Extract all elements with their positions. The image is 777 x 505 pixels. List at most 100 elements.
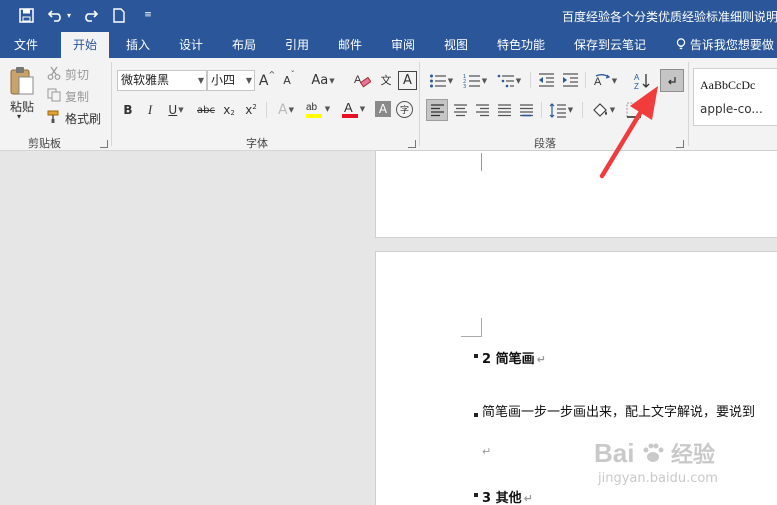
bullets-button[interactable]: ▼ [426, 70, 456, 91]
empty-paragraph[interactable]: ↵ [482, 444, 491, 459]
tab-insert[interactable]: 插入 [126, 32, 150, 58]
enclose-characters-button[interactable]: 字 [396, 101, 413, 118]
format-painter-icon[interactable] [46, 109, 62, 125]
cut-button[interactable]: 剪切 [65, 66, 89, 83]
paragraph-mark-icon [668, 76, 676, 84]
chevron-down-icon: ▼ [567, 106, 574, 114]
grow-font-button[interactable]: A ^ [258, 70, 276, 91]
chevron-down-icon: ▼ [197, 76, 204, 85]
divider [530, 72, 531, 88]
line-spacing-icon [549, 102, 566, 118]
tab-save-to-cloud-notes[interactable]: 保存到云笔记 [574, 32, 646, 58]
character-shading-button[interactable]: A [375, 101, 391, 117]
divider [266, 102, 267, 118]
multilevel-list-button[interactable]: ▼ [494, 70, 524, 91]
save-icon[interactable] [16, 5, 36, 25]
change-case-button[interactable]: Aa ▼ [308, 70, 338, 91]
align-left-icon[interactable] [426, 99, 448, 121]
format-painter-button[interactable]: 格式刷 [65, 110, 101, 127]
lightbulb-icon [676, 38, 690, 52]
font-color-button[interactable]: A ▼ [338, 98, 368, 120]
document-title: 百度经验各个分类优质经验标准细则说明 [562, 10, 777, 24]
scissors-icon[interactable] [46, 65, 62, 81]
svg-text:3: 3 [463, 84, 466, 89]
multilevel-list-icon [497, 74, 514, 87]
increase-indent-icon[interactable] [560, 70, 580, 91]
list-bullet [474, 413, 478, 417]
heading-2-paragraph[interactable]: 2 简笔画 ↵ [482, 348, 546, 367]
justify-icon[interactable] [494, 99, 514, 121]
copy-icon[interactable] [46, 87, 62, 103]
group-divider [688, 62, 689, 146]
strikethrough-button[interactable]: abc [195, 100, 217, 120]
tab-references[interactable]: 引用 [285, 32, 309, 58]
body-paragraph[interactable]: 简笔画一步一步画出来，配上文字解说，要说到 [482, 401, 755, 420]
highlight-button[interactable]: ab ▼ [302, 98, 332, 120]
annotation-arrow-icon [599, 86, 658, 179]
paste-button[interactable]: 粘贴 [10, 98, 34, 115]
phonetic-guide-button[interactable]: 文 [376, 70, 396, 91]
eraser-icon: A [354, 74, 371, 87]
paragraph-launcher-icon[interactable] [676, 140, 684, 148]
clipboard-launcher-icon[interactable] [100, 140, 108, 148]
watermark-brand-suffix: 经验 [670, 442, 715, 467]
divider [541, 102, 542, 118]
numbering-button[interactable]: 123 ▼ [460, 70, 490, 91]
tab-design[interactable]: 设计 [179, 32, 203, 58]
customize-dropdown-icon[interactable]: ≡ [138, 5, 158, 25]
copy-button[interactable]: 复制 [65, 88, 89, 105]
clipboard-group-label: 剪贴板 [28, 137, 61, 150]
tell-me-text: 告诉我您想要做 [689, 38, 774, 52]
character-border-button[interactable]: A [398, 71, 417, 90]
paw-icon [642, 438, 671, 468]
margin-corner-mark [461, 318, 482, 337]
chevron-down-icon: ▼ [447, 76, 454, 85]
svg-text:A: A [354, 74, 362, 86]
font-launcher-icon[interactable] [408, 140, 416, 148]
group-divider [419, 62, 420, 146]
tab-review[interactable]: 审阅 [391, 32, 415, 58]
style-gallery-item[interactable]: AaBbCcDc apple-co... [693, 68, 777, 126]
align-center-icon[interactable] [450, 99, 470, 121]
font-name-select[interactable]: 微软雅黑 ▼ [117, 70, 207, 91]
divider [585, 72, 586, 88]
svg-text:A: A [344, 100, 353, 115]
undo-dropdown-icon[interactable]: ▾ [64, 5, 74, 25]
shrink-font-button[interactable]: Aˇ [280, 70, 298, 91]
style-preview-text: AaBbCcDc [700, 78, 756, 92]
clear-formatting-button[interactable]: A [352, 70, 372, 91]
new-document-icon[interactable] [109, 5, 129, 25]
tab-home[interactable]: 开始 [61, 32, 110, 58]
subscript-button[interactable]: x2 [220, 100, 238, 120]
redo-icon[interactable] [80, 5, 100, 25]
align-right-icon[interactable] [472, 99, 492, 121]
decrease-indent-icon[interactable] [536, 70, 556, 91]
text-effects-button[interactable]: A ▼ [272, 100, 300, 120]
paragraph-mark: ↵ [482, 445, 492, 458]
font-size-select[interactable]: 小四 ▼ [207, 70, 255, 91]
page-1[interactable] [375, 150, 777, 238]
paste-icon[interactable] [8, 66, 36, 96]
bold-button[interactable]: B [119, 100, 137, 120]
ribbon-tabs: 文件 开始 插入 设计 布局 引用 邮件 审阅 视图 特色功能 保存到云笔记 告… [0, 32, 777, 58]
heading-3-paragraph[interactable]: 3 其他 ↵ [482, 487, 533, 505]
tell-me-search[interactable]: 告诉我您想要做 [676, 32, 774, 58]
highlighter-icon: ab [305, 102, 322, 118]
tab-view[interactable]: 视图 [444, 32, 468, 58]
tab-mailings[interactable]: 邮件 [338, 32, 362, 58]
undo-icon[interactable] [46, 5, 66, 25]
line-spacing-button[interactable]: ▼ [546, 99, 576, 121]
italic-button[interactable]: I [141, 100, 159, 120]
baidu-watermark: Bai 经验 jingyan.baidu.com [590, 437, 750, 499]
chevron-down-icon: ▼ [515, 76, 522, 85]
superscript-button[interactable]: x2 [242, 100, 260, 120]
paste-dropdown-icon[interactable]: ▾ [17, 112, 21, 121]
divider [582, 102, 583, 118]
paragraph-mark: ↵ [536, 353, 546, 366]
underline-button[interactable]: U ▼ [163, 100, 189, 120]
tab-layout[interactable]: 布局 [232, 32, 256, 58]
tab-file[interactable]: 文件 [14, 32, 38, 58]
tab-special-features[interactable]: 特色功能 [497, 32, 545, 58]
numbered-list-icon: 123 [463, 74, 480, 89]
distributed-icon[interactable] [516, 99, 536, 121]
